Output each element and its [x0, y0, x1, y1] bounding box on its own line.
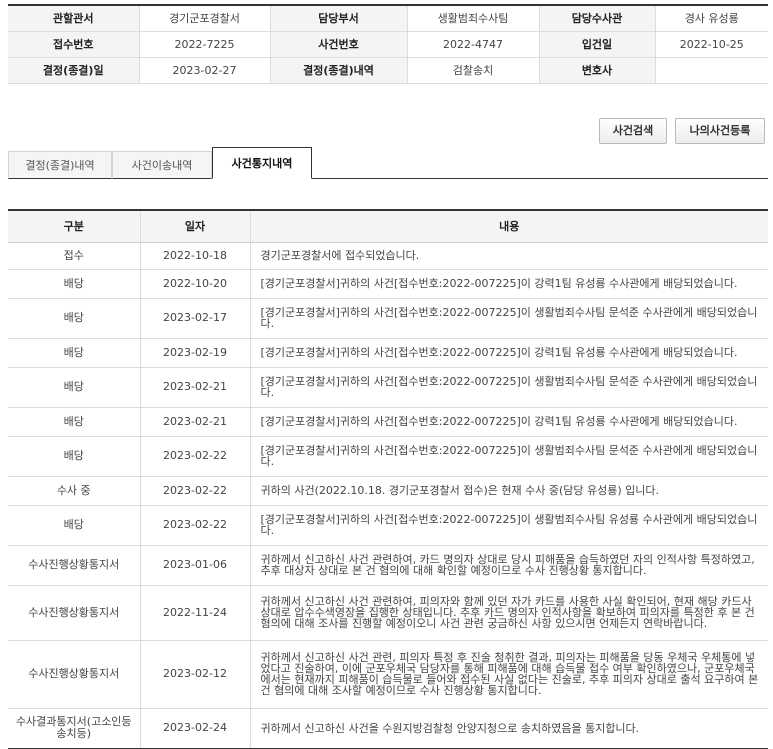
row-content: 귀하께서 신고하신 사건 관련하여, 피의자와 함께 있던 자가 카드를 사용한… [250, 585, 768, 641]
tab-case-transfer-history[interactable]: 사건이송내역 [112, 151, 212, 179]
investigator-label: 담당수사관 [539, 4, 656, 32]
action-buttons: 사건검색 나의사건등록 [599, 118, 765, 144]
booking-date-label: 입건일 [539, 30, 656, 58]
table-row: 수사진행상황통지서 2023-01-06 귀하께서 신고하신 사건 관련하여, 카드… [8, 545, 768, 586]
row-type: 접수 [8, 242, 141, 270]
row-date: 2023-02-24 [140, 708, 251, 749]
case-search-button[interactable]: 사건검색 [599, 118, 667, 144]
info-row: 접수번호 2022-7225 사건번호 2022-4747 입건일 2022-10-25 [8, 30, 768, 58]
row-date: 2022-10-18 [140, 242, 251, 270]
table-header-row: 구분 일자 내용 [8, 210, 768, 243]
row-date: 2023-02-21 [140, 407, 251, 437]
row-date: 2023-02-22 [140, 436, 251, 477]
table-row: 배당 2023-02-17 [경기군포경찰서]귀하의 사건[접수번호:2022-00… [8, 298, 768, 339]
row-type: 배당 [8, 338, 141, 368]
row-type: 배당 [8, 367, 141, 408]
receipt-no-label: 접수번호 [8, 30, 140, 58]
row-content: [경기군포경찰서]귀하의 사건[접수번호:2022-007225]이 강력1팀 … [250, 338, 768, 368]
row-date: 2022-11-24 [140, 585, 251, 641]
decision-detail-label: 결정(종결)내역 [270, 56, 408, 84]
table-row: 수사 중 2023-02-22 귀하의 사건(2022.10.18. 경기군포경찰서… [8, 476, 768, 506]
row-type: 배당 [8, 436, 141, 477]
tab-case-notice-history[interactable]: 사건통지내역 [212, 147, 312, 179]
table-row: 배당 2022-10-20 [경기군포경찰서]귀하의 사건[접수번호:2022-00… [8, 269, 768, 299]
row-type: 배당 [8, 298, 141, 339]
row-content: [경기군포경찰서]귀하의 사건[접수번호:2022-007225]이 강력1팀 … [250, 269, 768, 299]
table-row: 수사진행상황통지서 2023-02-12 귀하께서 신고하신 사건 관련, 피의자 … [8, 640, 768, 709]
row-content: 귀하께서 신고하신 사건 관련하여, 카드 명의자 상대로 당시 피해품을 습득… [250, 545, 768, 586]
tab-bar: 결정(종결)내역 사건이송내역 사건통지내역 [8, 147, 768, 179]
row-date: 2023-02-12 [140, 640, 251, 709]
row-date: 2023-02-19 [140, 338, 251, 368]
decision-date-value: 2023-02-27 [139, 56, 271, 84]
station-label: 관할관서 [8, 4, 140, 32]
table-row: 배당 2023-02-21 [경기군포경찰서]귀하의 사건[접수번호:2022-00… [8, 367, 768, 408]
row-type: 배당 [8, 269, 141, 299]
info-row: 관할관서 경기군포경찰서 담당부서 생활범죄수사팀 담당수사관 경사 유성룡 [8, 4, 768, 32]
department-label: 담당부서 [270, 4, 408, 32]
row-type: 수사 중 [8, 476, 141, 506]
row-type: 수사진행상황통지서 [8, 545, 141, 586]
row-content: 귀하의 사건(2022.10.18. 경기군포경찰서 접수)은 현재 수사 중(… [250, 476, 768, 506]
row-type: 배당 [8, 407, 141, 437]
row-content: [경기군포경찰서]귀하의 사건[접수번호:2022-007225]이 생활범죄수… [250, 436, 768, 477]
column-header-type: 구분 [8, 210, 141, 243]
case-info-table: 관할관서 경기군포경찰서 담당부서 생활범죄수사팀 담당수사관 경사 유성룡 접수번호 202… [8, 4, 768, 84]
lawyer-label: 변호사 [539, 56, 656, 84]
case-no-value: 2022-4747 [407, 30, 540, 58]
row-date: 2023-02-22 [140, 476, 251, 506]
table-row: 수사진행상황통지서 2022-11-24 귀하께서 신고하신 사건 관련하여, 피의… [8, 585, 768, 641]
row-type: 배당 [8, 505, 141, 546]
row-date: 2023-01-06 [140, 545, 251, 586]
row-type: 수사진행상황통지서 [8, 640, 141, 709]
table-row: 배당 2023-02-22 [경기군포경찰서]귀하의 사건[접수번호:2022-00… [8, 505, 768, 546]
row-content: [경기군포경찰서]귀하의 사건[접수번호:2022-007225]이 강력1팀 … [250, 407, 768, 437]
lawyer-value [655, 56, 768, 84]
row-content: [경기군포경찰서]귀하의 사건[접수번호:2022-007225]이 생활범죄수… [250, 505, 768, 546]
case-no-label: 사건번호 [270, 30, 408, 58]
row-date: 2022-10-20 [140, 269, 251, 299]
table-row: 배당 2023-02-21 [경기군포경찰서]귀하의 사건[접수번호:2022-00… [8, 407, 768, 437]
row-date: 2023-02-21 [140, 367, 251, 408]
table-row: 수사결과통지서(고소인등송치등) 2023-02-24 귀하께서 신고하신 사건을 … [8, 708, 768, 749]
row-content: 경기군포경찰서에 접수되었습니다. [250, 242, 768, 270]
decision-date-label: 결정(종결)일 [8, 56, 140, 84]
column-header-date: 일자 [140, 210, 251, 243]
row-type: 수사결과통지서(고소인등송치등) [8, 708, 141, 749]
row-content: [경기군포경찰서]귀하의 사건[접수번호:2022-007225]이 생활범죄수… [250, 298, 768, 339]
row-date: 2023-02-22 [140, 505, 251, 546]
table-row: 배당 2023-02-19 [경기군포경찰서]귀하의 사건[접수번호:2022-00… [8, 338, 768, 368]
station-value: 경기군포경찰서 [139, 4, 271, 32]
my-case-register-button[interactable]: 나의사건등록 [675, 118, 765, 144]
row-content: 귀하께서 신고하신 사건을 수원지방검찰청 안양지청으로 송치하였음을 통지합니… [250, 708, 768, 749]
table-row: 접수 2022-10-18 경기군포경찰서에 접수되었습니다. [8, 242, 768, 270]
receipt-no-value: 2022-7225 [139, 30, 271, 58]
row-type: 수사진행상황통지서 [8, 585, 141, 641]
department-value: 생활범죄수사팀 [407, 4, 540, 32]
row-date: 2023-02-17 [140, 298, 251, 339]
info-row: 결정(종결)일 2023-02-27 결정(종결)내역 검찰송치 변호사 [8, 56, 768, 84]
row-content: 귀하께서 신고하신 사건 관련, 피의자 특정 후 진술 청취한 결과, 피의자… [250, 640, 768, 709]
table-row: 배당 2023-02-22 [경기군포경찰서]귀하의 사건[접수번호:2022-00… [8, 436, 768, 477]
row-content: [경기군포경찰서]귀하의 사건[접수번호:2022-007225]이 생활범죄수… [250, 367, 768, 408]
column-header-content: 내용 [250, 210, 768, 243]
notice-history-table: 구분 일자 내용 접수 2022-10-18 경기군포경찰서에 접수되었습니다. 배당… [8, 209, 768, 749]
decision-detail-value: 검찰송치 [407, 56, 540, 84]
tab-decision-history[interactable]: 결정(종결)내역 [8, 151, 112, 179]
investigator-value: 경사 유성룡 [655, 4, 768, 32]
booking-date-value: 2022-10-25 [655, 30, 768, 58]
